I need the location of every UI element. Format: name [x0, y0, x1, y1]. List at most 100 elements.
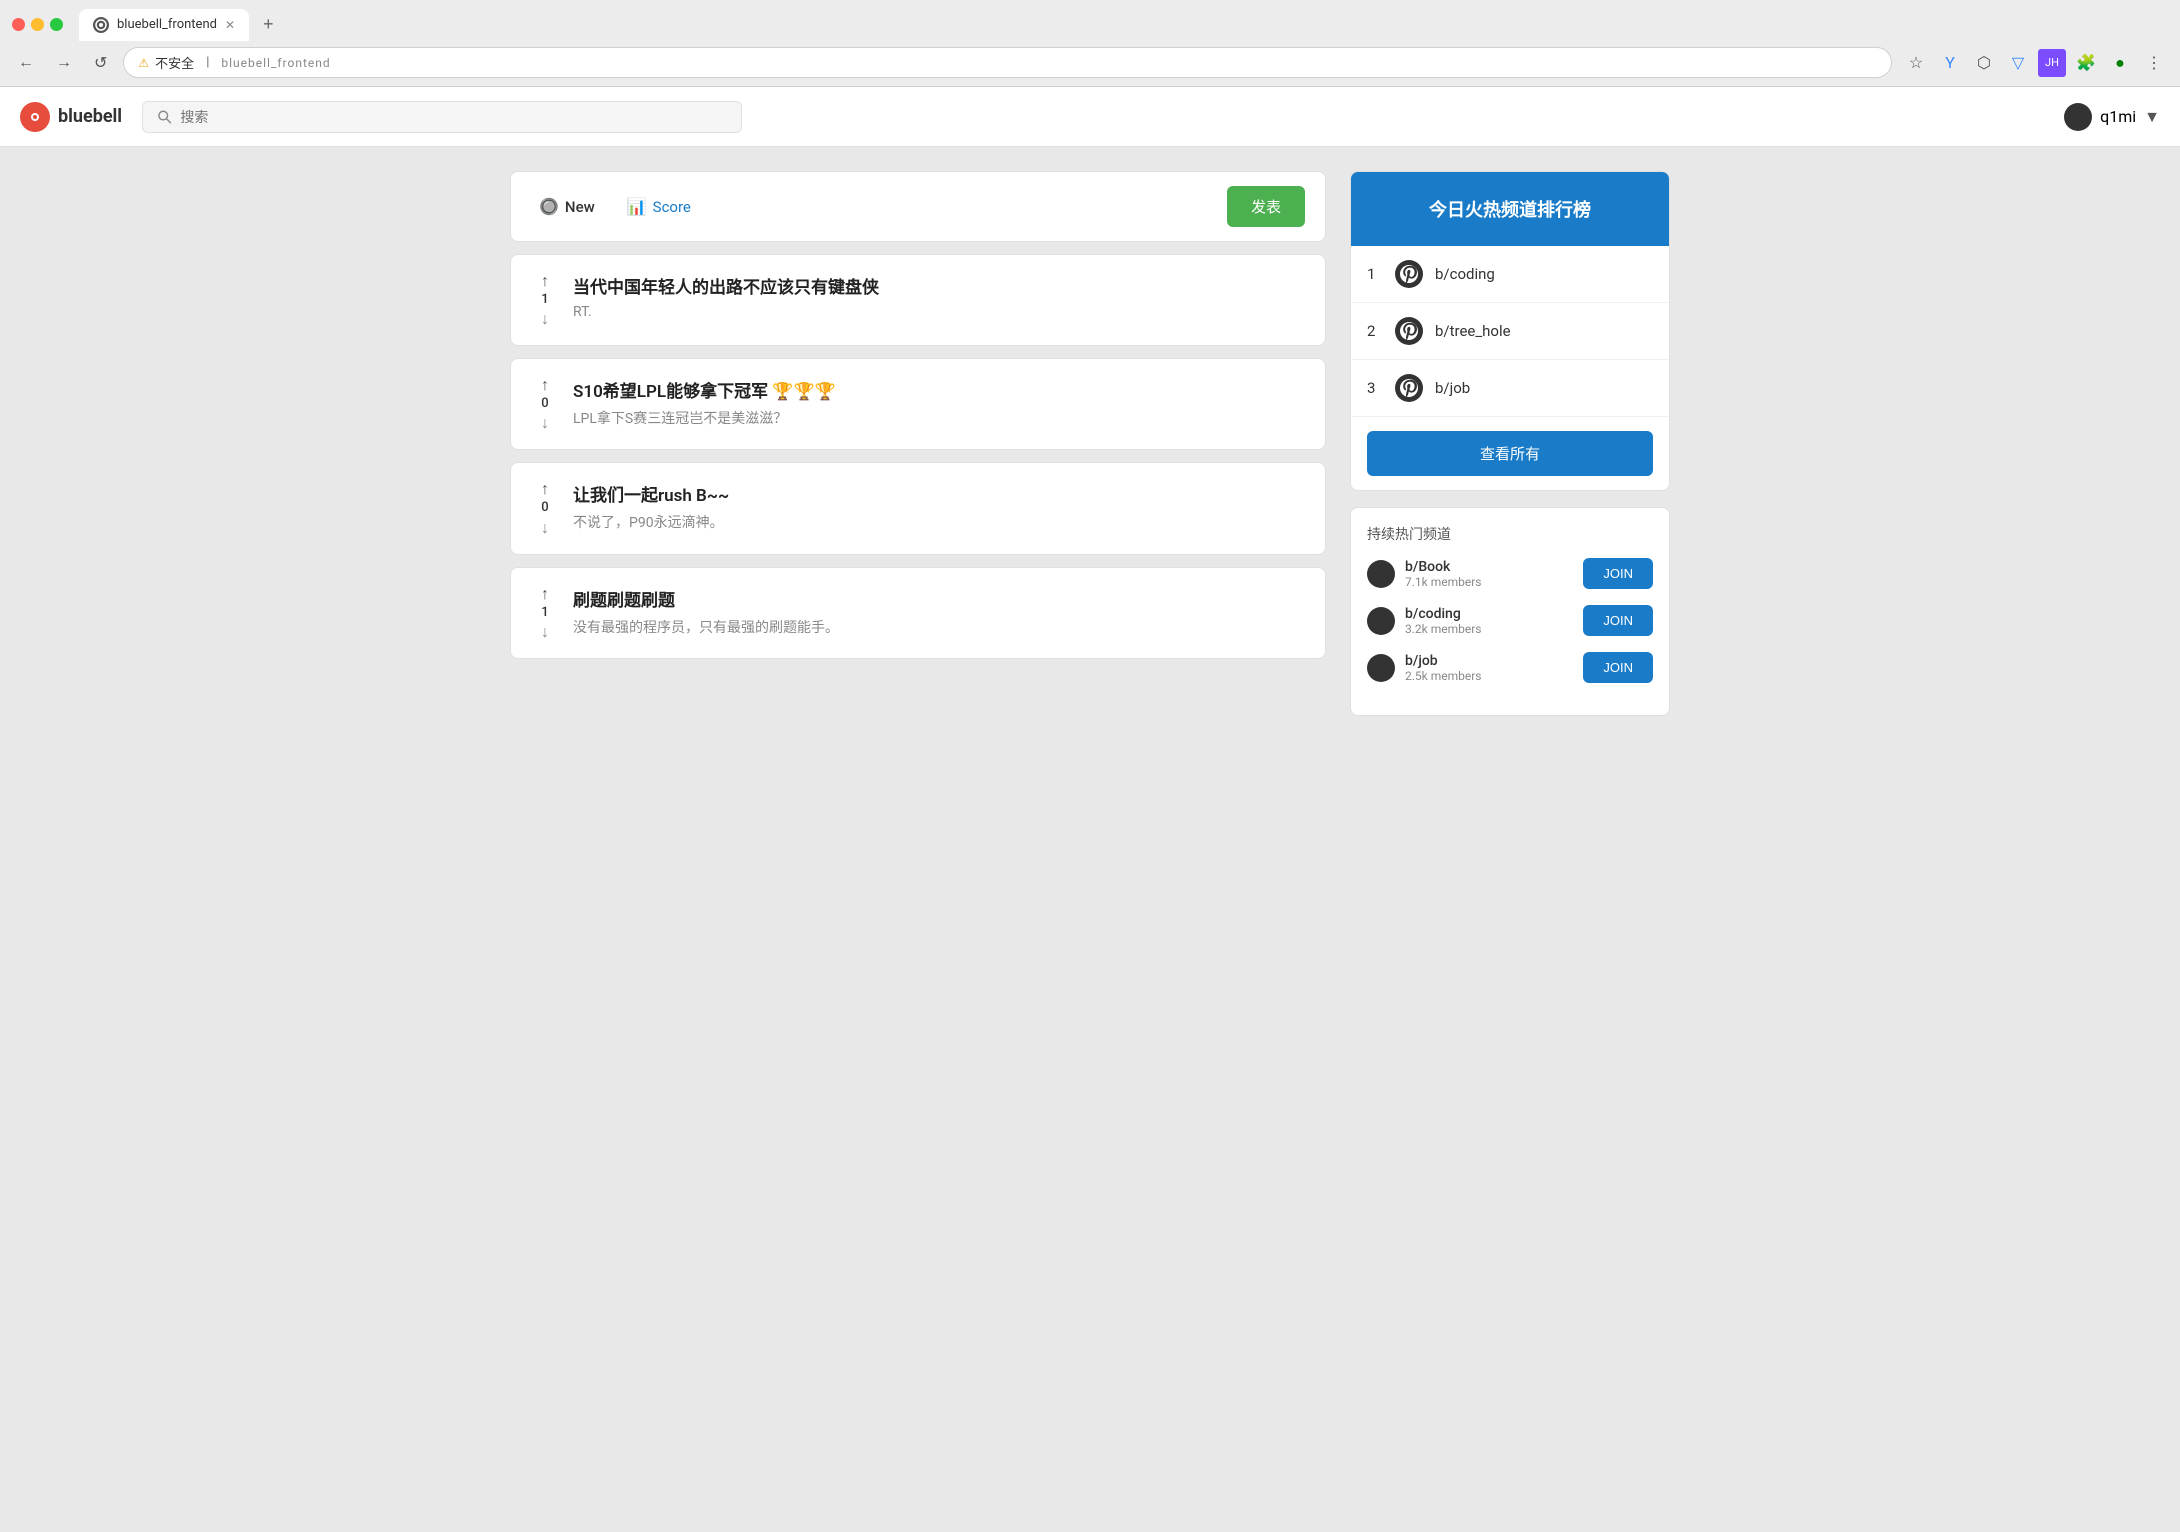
channel-name: b/coding	[1435, 265, 1495, 283]
logo-icon	[20, 102, 50, 132]
fullscreen-button[interactable]	[50, 18, 63, 31]
post-desc: 没有最强的程序员，只有最强的刷题能手。	[573, 617, 1305, 637]
logo[interactable]: bluebell	[20, 102, 122, 132]
persistent-channels-card: 持续热门频道 b/Book 7.1k members JOIN	[1350, 507, 1670, 716]
channel-members: 3.2k members	[1405, 622, 1573, 636]
security-warning-text: 不安全	[155, 53, 194, 72]
filter-tab-new[interactable]: 🔘 New	[531, 193, 603, 220]
logo-text: bluebell	[58, 106, 122, 127]
downvote-button[interactable]: ↓	[541, 311, 549, 327]
post-desc: RT.	[573, 304, 1305, 320]
channel-info: b/Book 7.1k members	[1405, 559, 1573, 589]
persistent-channels-title: 持续热门频道	[1367, 524, 1653, 544]
post-body: 刷题刷题刷题 没有最强的程序员，只有最强的刷题能手。	[573, 586, 1305, 640]
forward-button[interactable]: →	[50, 50, 78, 76]
close-button[interactable]	[12, 18, 25, 31]
url-display: bluebell_frontend	[221, 56, 330, 70]
post-desc: 不说了，P90永远滴神。	[573, 512, 1305, 532]
new-tab-button[interactable]: +	[253, 8, 284, 41]
channel-icon	[1395, 260, 1423, 288]
tab-title: bluebell_frontend	[117, 17, 217, 32]
minimize-button[interactable]	[31, 18, 44, 31]
vote-column: ↑ 1 ↓	[531, 273, 559, 327]
extension-icon-4[interactable]: JH	[2038, 49, 2066, 77]
channel-icon	[1367, 607, 1395, 635]
toolbar-icons: ☆ Y ⬡ ▽ JH 🧩 ● ⋮	[1902, 49, 2168, 77]
window-controls	[12, 18, 63, 31]
vote-count: 1	[541, 291, 548, 309]
post-title[interactable]: 刷题刷题刷题	[573, 586, 1305, 611]
profile-icon[interactable]: ●	[2106, 49, 2134, 77]
upvote-button[interactable]: ↑	[541, 377, 549, 393]
filter-score-label: Score	[653, 198, 691, 216]
post-body: 当代中国年轻人的出路不应该只有键盘侠 RT.	[573, 273, 1305, 327]
persistent-channel-item: b/Book 7.1k members JOIN	[1367, 558, 1653, 589]
filter-new-label: New	[565, 198, 595, 216]
hot-channel-item[interactable]: 2 b/tree_hole	[1351, 303, 1669, 360]
bookmark-icon[interactable]: ☆	[1902, 49, 1930, 77]
avatar	[2064, 103, 2092, 131]
channel-icon	[1367, 560, 1395, 588]
channel-icon	[1395, 317, 1423, 345]
reload-button[interactable]: ↺	[88, 49, 113, 77]
channel-rank: 3	[1367, 379, 1383, 397]
post-card: ↑ 1 ↓ 当代中国年轻人的出路不应该只有键盘侠 RT.	[510, 254, 1326, 346]
channel-members: 2.5k members	[1405, 669, 1573, 683]
post-title[interactable]: S10希望LPL能够拿下冠军 🏆🏆🏆	[573, 377, 1305, 402]
hot-channel-item[interactable]: 1 b/coding	[1351, 246, 1669, 303]
hot-channel-item[interactable]: 3 b/job	[1351, 360, 1669, 417]
extension-icon-5[interactable]: 🧩	[2072, 49, 2100, 77]
post-title[interactable]: 当代中国年轻人的出路不应该只有键盘侠	[573, 273, 1305, 298]
url-text: |	[206, 55, 209, 70]
tab-bar: bluebell_frontend ✕ +	[0, 0, 2180, 41]
upvote-button[interactable]: ↑	[541, 273, 549, 289]
right-column: 今日火热频道排行榜 1 b/coding 2	[1350, 171, 1670, 716]
channel-icon	[1395, 374, 1423, 402]
main-content: 🔘 New 📊 Score 发表 ↑ 1 ↓ 当代中国年轻人的出路不应该只有键盘…	[490, 147, 1690, 740]
extension-icon-2[interactable]: ⬡	[1970, 49, 1998, 77]
post-title[interactable]: 让我们一起rush B~~	[573, 481, 1305, 506]
downvote-button[interactable]: ↓	[541, 624, 549, 640]
upvote-button[interactable]: ↑	[541, 481, 549, 497]
post-body: 让我们一起rush B~~ 不说了，P90永远滴神。	[573, 481, 1305, 535]
back-button[interactable]: ←	[12, 50, 40, 76]
username: q1mi	[2100, 107, 2136, 126]
upvote-button[interactable]: ↑	[541, 586, 549, 602]
channel-members: 7.1k members	[1405, 575, 1573, 589]
user-dropdown-icon[interactable]: ▼	[2144, 107, 2160, 127]
address-input[interactable]: ⚠ 不安全 | bluebell_frontend	[123, 47, 1892, 78]
persistent-channel-item: b/job 2.5k members JOIN	[1367, 652, 1653, 683]
channel-info: b/coding 3.2k members	[1405, 606, 1573, 636]
new-dot-icon: 🔘	[539, 197, 559, 216]
post-card: ↑ 0 ↓ 让我们一起rush B~~ 不说了，P90永远滴神。	[510, 462, 1326, 554]
hot-channel-list: 1 b/coding 2 b/tree_hole	[1351, 246, 1669, 417]
vote-count: 0	[541, 395, 548, 413]
downvote-button[interactable]: ↓	[541, 520, 549, 536]
vote-count: 0	[541, 499, 548, 517]
security-warning-icon: ⚠	[138, 56, 149, 70]
hot-channels-card: 今日火热频道排行榜 1 b/coding 2	[1350, 171, 1670, 491]
tab-favicon	[93, 17, 109, 33]
channel-rank: 2	[1367, 322, 1383, 340]
view-all-button[interactable]: 查看所有	[1367, 431, 1653, 476]
channel-rank: 1	[1367, 265, 1383, 283]
search-input[interactable]	[180, 109, 727, 125]
join-button[interactable]: JOIN	[1583, 558, 1653, 589]
hot-channels-header: 今日火热频道排行榜	[1351, 172, 1669, 246]
filter-tab-score[interactable]: 📊 Score	[619, 193, 699, 220]
vote-column: ↑ 0 ↓	[531, 481, 559, 535]
channel-name: b/coding	[1405, 606, 1573, 622]
search-bar[interactable]	[142, 101, 742, 133]
extension-icon-1[interactable]: Y	[1936, 49, 1964, 77]
tab-close-icon[interactable]: ✕	[225, 18, 235, 32]
menu-icon[interactable]: ⋮	[2140, 49, 2168, 77]
downvote-button[interactable]: ↓	[541, 415, 549, 431]
extension-icon-3[interactable]: ▽	[2004, 49, 2032, 77]
active-tab[interactable]: bluebell_frontend ✕	[79, 9, 249, 41]
channel-info: b/job 2.5k members	[1405, 653, 1573, 683]
vote-column: ↑ 1 ↓	[531, 586, 559, 640]
left-column: 🔘 New 📊 Score 发表 ↑ 1 ↓ 当代中国年轻人的出路不应该只有键盘…	[510, 171, 1326, 716]
post-button[interactable]: 发表	[1227, 186, 1305, 227]
join-button[interactable]: JOIN	[1583, 652, 1653, 683]
join-button[interactable]: JOIN	[1583, 605, 1653, 636]
